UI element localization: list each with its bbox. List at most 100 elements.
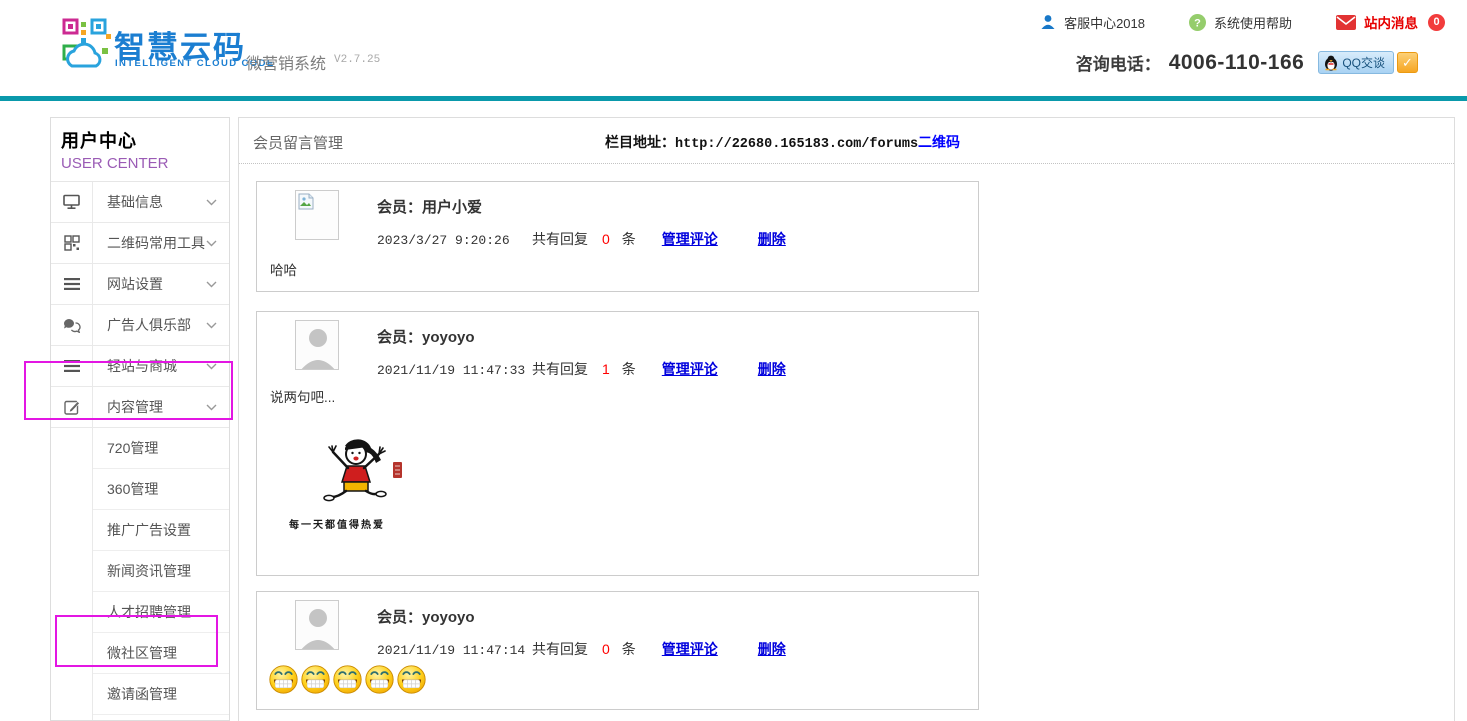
message-meta: 2023/3/27 9:20:26 共有回复 0 条 管理评论 删除 (377, 229, 786, 249)
page-title: 会员留言管理 (253, 132, 343, 153)
reply-prefix: 共有回复 (532, 639, 588, 659)
sidebar-subitem-label: 720管理 (93, 428, 229, 469)
sidebar-item-label: 广告人俱乐部 (92, 315, 206, 335)
nav-label: 客服中心2018 (1064, 13, 1145, 32)
manage-comments-link[interactable]: 管理评论 (662, 229, 718, 249)
top-nav: 客服中心2018 ? 系统使用帮助 站内消息 0 (1040, 12, 1445, 32)
nav-customer-service[interactable]: 客服中心2018 (1040, 13, 1145, 32)
help-icon: ? (1189, 14, 1206, 31)
delete-link[interactable]: 删除 (758, 639, 786, 659)
product-name: 微营销系统 (246, 50, 326, 74)
avatar (295, 320, 339, 370)
header-divider-bar (0, 96, 1467, 101)
reply-count: 0 (602, 231, 610, 247)
reply-count: 0 (602, 641, 610, 657)
chevron-down-icon (206, 322, 217, 329)
sidebar-subitem-invitation[interactable]: 邀请函管理 (51, 674, 229, 715)
delete-link[interactable]: 删除 (758, 229, 786, 249)
person-silhouette-icon (296, 321, 339, 370)
nav-help[interactable]: ? 系统使用帮助 (1189, 13, 1292, 32)
message-date: 2023/3/27 9:20:26 (377, 233, 532, 248)
highlight-box-micro-community (55, 615, 218, 667)
jumping-girl-doodle-image (293, 438, 443, 512)
product-version: V2.7.25 (334, 54, 380, 66)
monitor-icon (63, 194, 80, 210)
sidebar-subitem-promo-ads[interactable]: 推广广告设置 (51, 510, 229, 551)
grin-emoji-icon (396, 664, 427, 695)
main-header: 会员留言管理 栏目地址：http://22680.165183.com/foru… (239, 118, 1454, 164)
user-icon (1040, 14, 1056, 30)
member-name: 会员：yoyoyo (377, 606, 475, 627)
avatar (295, 190, 339, 240)
nav-label: 系统使用帮助 (1214, 13, 1292, 32)
sidebar-title: 用户中心 (61, 127, 217, 153)
delete-link[interactable]: 删除 (758, 359, 786, 379)
reply-suffix: 条 (622, 639, 636, 659)
broken-image-icon (298, 193, 315, 210)
emoji-row (268, 664, 427, 695)
menu-icon (64, 278, 80, 290)
sidebar-subitem-label: 360管理 (93, 469, 229, 510)
phone-label: 咨询电话： (1076, 50, 1161, 75)
qq-chat-button[interactable]: QQ交谈 (1318, 51, 1394, 74)
message-meta: 2021/11/19 11:47:14 共有回复 0 条 管理评论 删除 (377, 639, 786, 659)
reply-count: 1 (602, 361, 610, 377)
grin-emoji-icon (364, 664, 395, 695)
reply-prefix: 共有回复 (532, 229, 588, 249)
doodle-caption: 每一天都值得热爱 (289, 516, 385, 531)
grin-emoji-icon (332, 664, 363, 695)
mail-icon (1336, 15, 1356, 30)
sidebar-item-basic-info[interactable]: 基础信息 (51, 182, 229, 223)
qq-chat-label: QQ交谈 (1342, 54, 1385, 71)
message-count-badge: 0 (1428, 14, 1445, 31)
sidebar-subitem-720[interactable]: 720管理 (51, 428, 229, 469)
member-name: 会员：yoyoyo (377, 326, 475, 347)
reply-suffix: 条 (622, 359, 636, 379)
reply-prefix: 共有回复 (532, 359, 588, 379)
sidebar-subitem-360[interactable]: 360管理 (51, 469, 229, 510)
sidebar-item-label: 网站设置 (92, 274, 206, 294)
message-content: 说两句吧... (270, 386, 335, 406)
person-silhouette-icon (296, 601, 339, 650)
sidebar-header: 用户中心 USER CENTER (51, 118, 229, 182)
message-content: 哈哈 (270, 259, 297, 279)
chat-icon (63, 318, 81, 333)
brand-logo-icon (62, 18, 112, 74)
chevron-down-icon (206, 199, 217, 206)
sidebar-subtitle: USER CENTER (61, 155, 217, 172)
message-card: 会员：yoyoyo 2021/11/19 11:47:33 共有回复 1 条 管… (256, 311, 979, 576)
svg-text:?: ? (1194, 17, 1201, 29)
chevron-down-icon (206, 240, 217, 247)
column-url-link[interactable]: 二维码 (918, 134, 960, 150)
sidebar-subitem-label: 推广广告设置 (93, 510, 229, 551)
manage-comments-link[interactable]: 管理评论 (662, 359, 718, 379)
reply-suffix: 条 (622, 229, 636, 249)
sidebar-item-qrcode-tools[interactable]: 二维码常用工具 (51, 223, 229, 264)
highlight-box-content-management (24, 361, 233, 420)
sidebar-item-label: 二维码常用工具 (92, 233, 206, 253)
sidebar-subitem-news[interactable]: 新闻资讯管理 (51, 551, 229, 592)
phone-number: 4006-110-166 (1169, 51, 1305, 75)
member-name: 会员：用户小爱 (377, 196, 482, 217)
main-panel: 会员留言管理 栏目地址：http://22680.165183.com/foru… (238, 117, 1455, 721)
message-date: 2021/11/19 11:47:33 (377, 363, 532, 378)
avatar (295, 600, 339, 650)
column-url-label: 栏目地址： (605, 134, 675, 150)
app-window: 智慧云码 INTELLIGENT CLOUD CODE 微营销系统 V2.7.2… (0, 0, 1467, 721)
sidebar-item-ad-club[interactable]: 广告人俱乐部 (51, 305, 229, 346)
qq-verified-badge[interactable]: ✓ (1397, 52, 1418, 73)
nav-label: 站内消息 (1364, 12, 1418, 32)
qq-penguin-icon (1324, 55, 1338, 71)
sidebar-item-site-settings[interactable]: 网站设置 (51, 264, 229, 305)
grin-emoji-icon (300, 664, 331, 695)
column-url-text: http://22680.165183.com/forums (675, 137, 918, 152)
column-url: 栏目地址：http://22680.165183.com/forums二维码 (605, 132, 960, 152)
manage-comments-link[interactable]: 管理评论 (662, 639, 718, 659)
sidebar-subitem-label: 新闻资讯管理 (93, 551, 229, 592)
message-card: 会员：用户小爱 2023/3/27 9:20:26 共有回复 0 条 管理评论 … (256, 181, 979, 292)
phone-row: 咨询电话： 4006-110-166 QQ交谈 ✓ (1076, 50, 1418, 75)
sidebar-subitem-label: 邀请函管理 (93, 674, 229, 715)
qrcode-icon (64, 235, 80, 251)
nav-messages[interactable]: 站内消息 0 (1336, 12, 1445, 32)
message-card: 会员：yoyoyo 2021/11/19 11:47:14 共有回复 0 条 管… (256, 591, 979, 710)
